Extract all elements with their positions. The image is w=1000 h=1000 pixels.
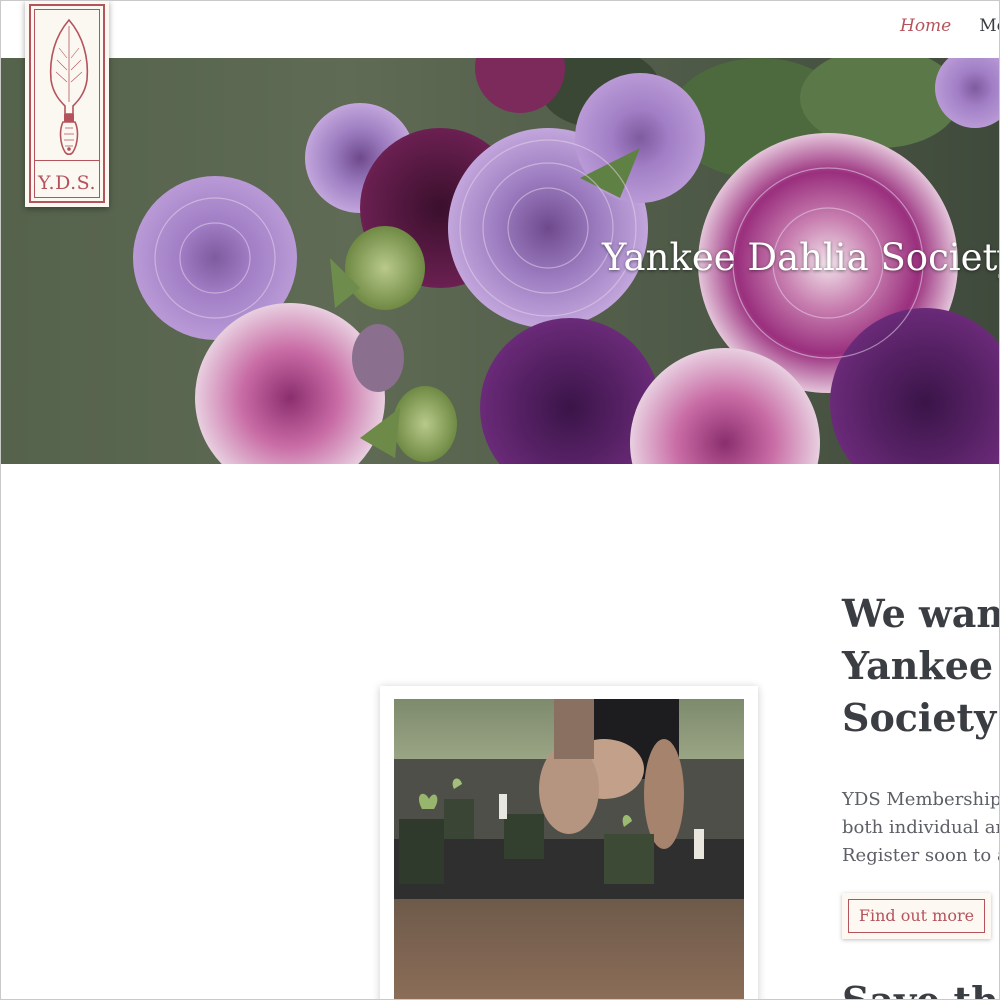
hero-title: Yankee Dahlia Society	[602, 236, 1000, 279]
paragraph-line-1: YDS Membership	[842, 789, 1000, 810]
heading-line-1: We want	[842, 591, 1000, 636]
heading-line-3: Society!	[842, 695, 1000, 740]
heading-line-2: Yankee D	[842, 643, 1000, 688]
planting-image	[394, 699, 744, 999]
save-the-date-heading: Save the	[842, 978, 1000, 1000]
photo-card	[380, 686, 758, 1000]
site-logo[interactable]: Y.D.S.	[25, 0, 109, 207]
main-nav: Home Mem	[900, 16, 1000, 36]
find-out-more-label: Find out more	[848, 899, 985, 933]
membership-heading: We want Yankee D Society!	[842, 588, 1000, 744]
membership-paragraph: YDS Membership both individual an Regist…	[842, 786, 1000, 870]
find-out-more-button[interactable]: Find out more	[842, 893, 991, 939]
nav-item-membership[interactable]: Mem	[979, 16, 1000, 36]
paragraph-line-3: Register soon to at	[842, 845, 1000, 866]
logo-border: Y.D.S.	[29, 4, 105, 203]
gardening-photo	[394, 699, 744, 999]
trowel-icon	[49, 18, 89, 156]
paragraph-line-2: both individual an	[842, 817, 1000, 838]
logo-divider	[34, 160, 100, 161]
logo-text: Y.D.S.	[37, 172, 97, 194]
hero-banner: Yankee Dahlia Society	[0, 58, 1000, 464]
top-bar: Home Mem	[0, 0, 1000, 58]
nav-item-home[interactable]: Home	[900, 16, 951, 36]
